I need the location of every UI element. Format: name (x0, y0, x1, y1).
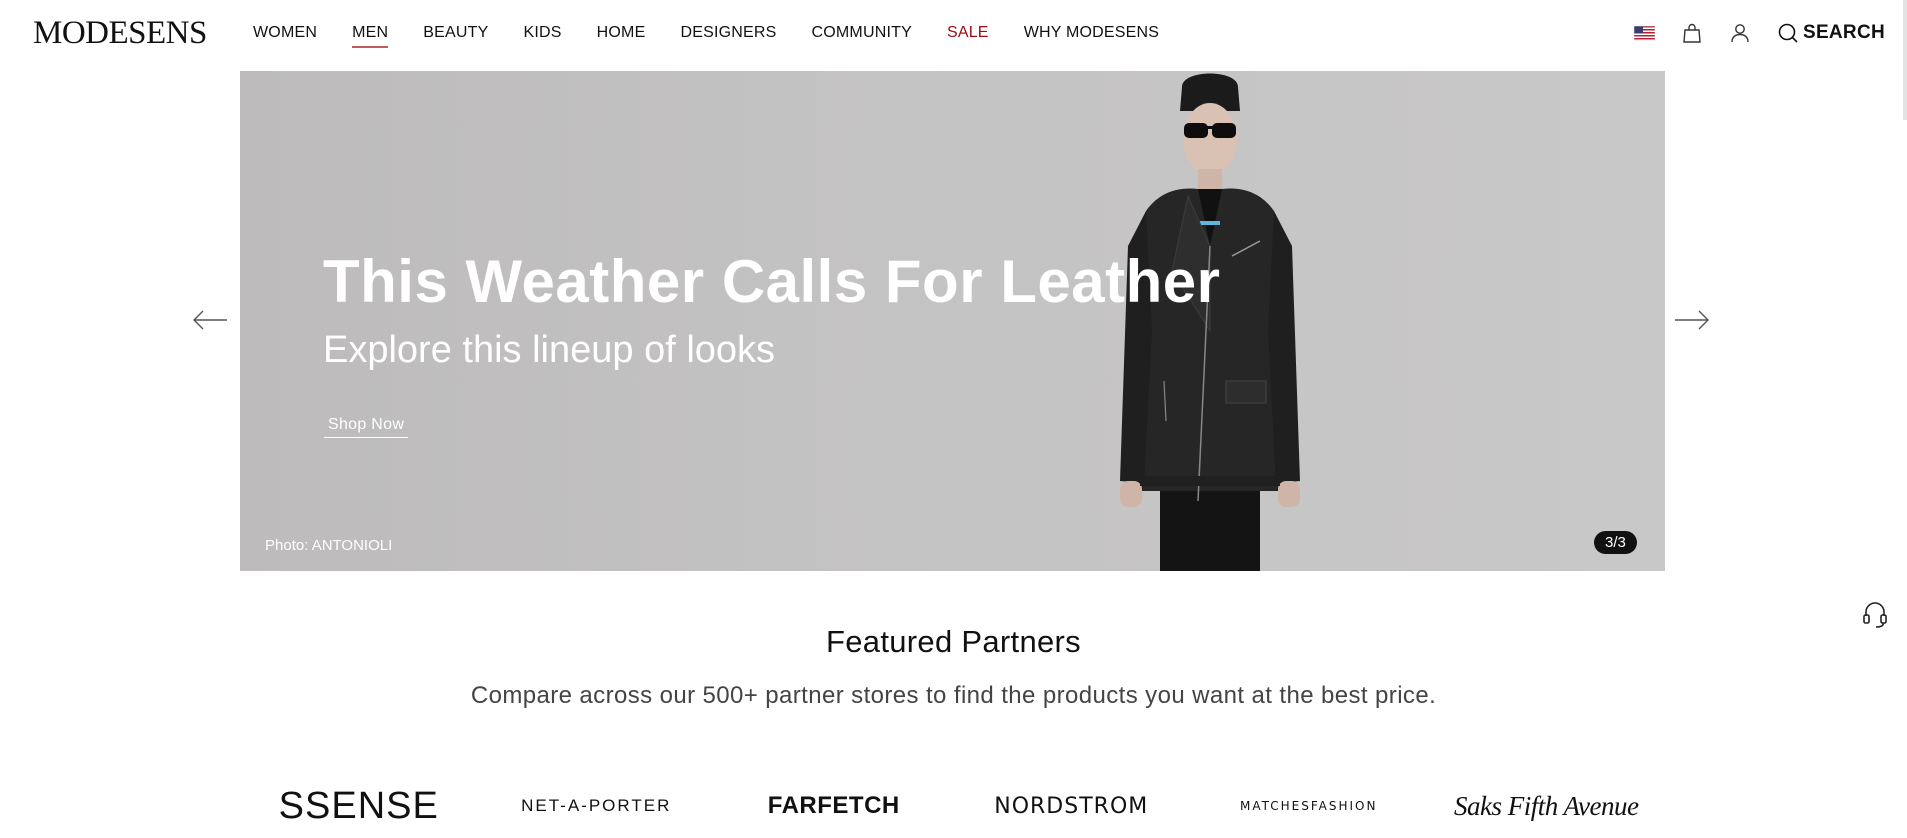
search-label: SEARCH (1802, 22, 1885, 43)
hero-title: This Weather Calls For Leather (323, 248, 1221, 315)
slide-counter-badge: 3/3 (1594, 531, 1637, 554)
partner-logo-saks-fifth-avenue[interactable]: Saks Fifth Avenue (1428, 780, 1666, 832)
shop-now-link[interactable]: Shop Now (324, 416, 409, 438)
us-flag-icon[interactable] (1633, 25, 1655, 41)
search-icon (1778, 23, 1798, 43)
nav-kids[interactable]: KIDS (523, 0, 561, 66)
nav-why-modesens[interactable]: WHY MODESENS (1024, 0, 1159, 66)
page-scrollbar[interactable] (1903, 0, 1907, 120)
partner-logo-matchesfashion[interactable]: MATCHESFASHION (1190, 780, 1428, 832)
header-actions: SEARCH (1633, 0, 1885, 66)
featured-partners-subtitle: Compare across our 500+ partner stores t… (470, 682, 1437, 709)
shopping-bag-icon[interactable] (1681, 22, 1703, 44)
partner-logos-row: SSENSE NET-A-PORTER FARFETCH NORDSTROM M… (240, 780, 1665, 832)
user-icon[interactable] (1729, 22, 1751, 44)
nav-designers[interactable]: DESIGNERS (680, 0, 776, 66)
nav-home[interactable]: HOME (597, 0, 646, 66)
nav-beauty[interactable]: BEAUTY (423, 0, 488, 66)
partner-logo-nordstrom[interactable]: NORDSTROM (953, 780, 1191, 832)
partner-logo-net-a-porter[interactable]: NET-A-PORTER (478, 780, 716, 832)
featured-partners-title: Featured Partners (826, 624, 1081, 659)
hero-subtitle: Explore this lineup of looks (323, 329, 776, 371)
main-nav: WOMEN MEN BEAUTY KIDS HOME DESIGNERS COM… (253, 0, 1194, 66)
nav-sale[interactable]: SALE (947, 0, 989, 66)
nav-women[interactable]: WOMEN (253, 0, 317, 66)
nav-men[interactable]: MEN (352, 0, 389, 66)
photo-credit: Photo: ANTONIOLI (265, 537, 393, 554)
carousel-next-arrow-icon[interactable] (1672, 302, 1712, 338)
site-header: MODESENS WOMEN MEN BEAUTY KIDS HOME DESI… (0, 0, 1907, 70)
carousel-prev-arrow-icon[interactable] (190, 302, 230, 338)
partner-logo-farfetch[interactable]: FARFETCH (715, 780, 953, 832)
model-leather-jacket-image (1120, 73, 1300, 571)
nav-community[interactable]: COMMUNITY (812, 0, 912, 66)
hero-banner[interactable]: This Weather Calls For Leather Explore t… (240, 71, 1665, 571)
partner-logo-ssense[interactable]: SSENSE (240, 780, 478, 832)
modesens-logo[interactable]: MODESENS (33, 15, 207, 51)
search-button[interactable]: SEARCH (1777, 22, 1885, 44)
